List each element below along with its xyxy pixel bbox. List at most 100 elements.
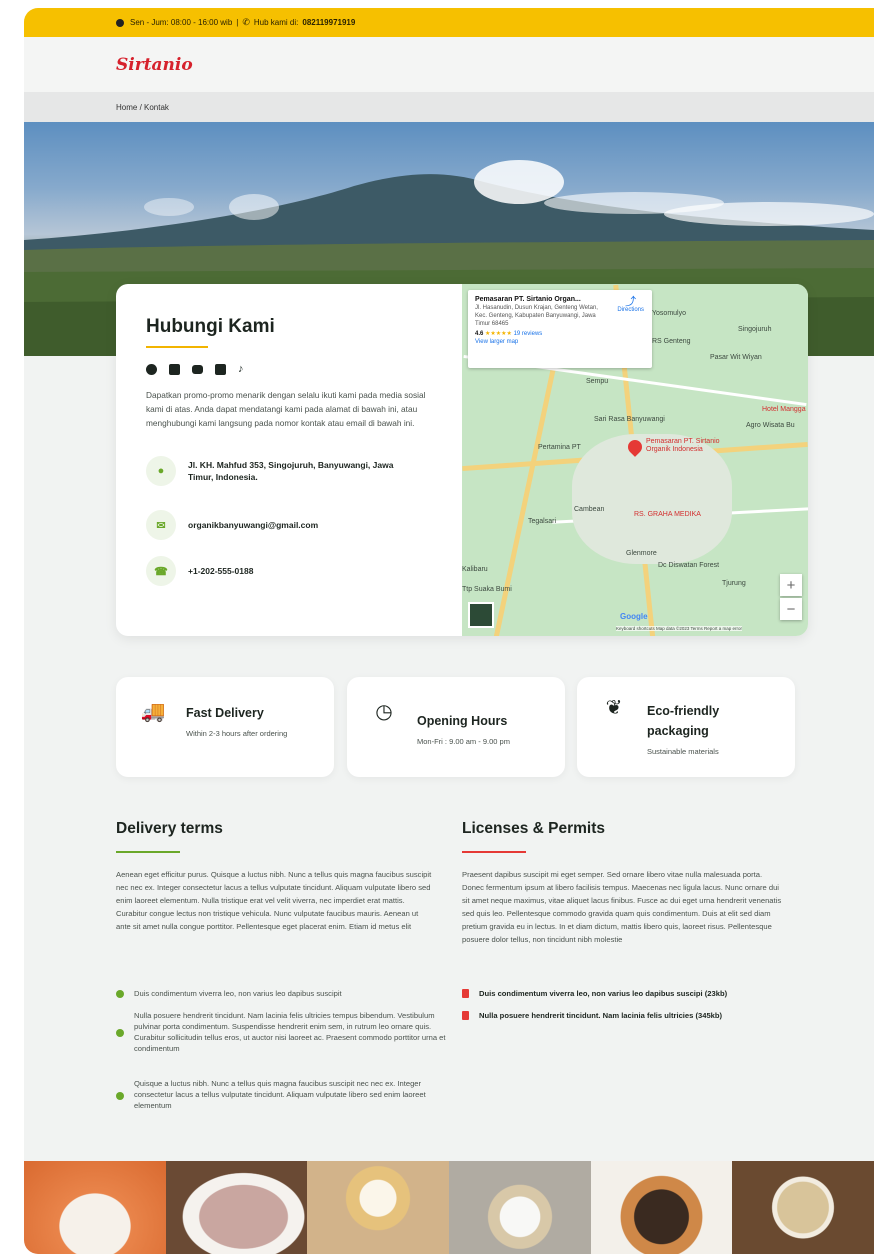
map-label: Sari Rasa Banyuwangi — [594, 416, 665, 423]
zoom-out-button[interactable]: − — [780, 598, 802, 620]
title-underline — [462, 851, 526, 853]
location-pin-icon: ● — [146, 456, 176, 486]
phone-link[interactable]: +1-202-555-0188 — [188, 565, 418, 577]
feature-text: Mon-Fri : 9.00 am - 9.00 pm — [417, 737, 510, 746]
email-link[interactable]: organikbanyuwangi@gmail.com — [188, 519, 418, 531]
tiktok-icon[interactable]: ♪ — [238, 364, 244, 375]
food-image-porridge — [24, 1161, 166, 1254]
site-header: Sirtanio — [24, 37, 874, 92]
file-download-link[interactable]: Duis condimentum viverra leo, non varius… — [462, 988, 792, 999]
list-item-text: Quisque a luctus nibh. Nunc a tellus qui… — [134, 1079, 426, 1110]
site-logo[interactable]: Sirtanio — [116, 55, 193, 75]
view-larger-map-link[interactable]: View larger map — [475, 339, 518, 345]
delivery-title: Delivery terms — [116, 820, 223, 837]
list-item-text: Nulla posuere hendrerit tincidunt. Nam l… — [134, 1011, 446, 1053]
directions-button[interactable]: ⤴ Directions — [617, 296, 644, 314]
food-image-strip — [24, 1161, 874, 1254]
youtube-icon[interactable] — [192, 365, 203, 374]
feature-title: Opening Hours — [417, 714, 508, 728]
feature-card-hours: ◷ Opening Hours Mon-Fri : 9.00 am - 9.00… — [347, 677, 565, 777]
phone-prefix: Hub kami di: — [253, 18, 299, 27]
breadcrumb-text[interactable]: Home / Kontak — [116, 103, 169, 112]
map-label: Ttp Suaka Bumi — [462, 586, 512, 593]
leaf-icon: ❦ — [605, 696, 623, 719]
headset-icon: ☎ — [146, 556, 176, 586]
delivery-paragraph: Aenean eget efficitur purus. Quisque a l… — [116, 870, 432, 931]
map-footer[interactable]: Keyboard shortcuts Map data ©2023 Terms … — [616, 626, 743, 631]
cloud — [474, 160, 564, 204]
linkedin-icon[interactable] — [215, 364, 226, 375]
satellite-toggle[interactable] — [468, 602, 494, 628]
top-info-bar: Sen - Jum: 08:00 - 16:00 wib | ✆ Hub kam… — [24, 8, 874, 37]
map-place-address: Jl. Hasanudin, Dusun Krajan, Genteng Wet… — [475, 305, 598, 327]
list-item-text: Duis condimentum viverra leo, non varius… — [134, 989, 342, 998]
food-image-grain — [732, 1161, 874, 1254]
facebook-icon[interactable] — [146, 364, 157, 375]
feature-title: Fast Delivery — [186, 706, 264, 720]
map-reviews-link[interactable]: 19 reviews — [514, 331, 543, 337]
feature-text: Sustainable materials — [647, 747, 719, 756]
map-label: RS Genteng — [652, 338, 691, 345]
opening-hours-text: Sen - Jum: 08:00 - 16:00 wib — [130, 18, 233, 27]
file-link-text[interactable]: Duis condimentum viverra leo, non varius… — [479, 988, 727, 999]
map-label: Hotel Mangga — [762, 406, 806, 413]
map-info-card: Pemasaran PT. Sirtanio Organ... Jl. Hasa… — [468, 290, 652, 368]
file-link-text[interactable]: Nulla posuere hendrerit tincidunt. Nam l… — [479, 1010, 722, 1021]
feature-card-eco: ❦ Eco-friendly packaging Sustainable mat… — [577, 677, 795, 777]
map-label: Sempu — [586, 378, 609, 385]
breadcrumb: Home / Kontak — [24, 92, 874, 122]
directions-label: Directions — [617, 307, 644, 313]
clock-icon — [116, 18, 124, 27]
map-label: Cambean — [574, 506, 605, 513]
licenses-title: Licenses & Permits — [462, 820, 606, 837]
food-image-bowl — [165, 1161, 308, 1254]
map-label: Pertamina PT — [538, 444, 581, 451]
check-icon — [116, 1091, 124, 1100]
list-item: Quisque a luctus nibh. Nunc a tellus qui… — [116, 1078, 446, 1111]
pdf-file-icon — [462, 989, 469, 998]
licenses-paragraph: Praesent dapibus suscipit mi eget semper… — [462, 870, 782, 944]
contact-card: Hubungi Kami ♪ Dapatkan promo-promo mena… — [116, 284, 808, 636]
cloud — [144, 198, 194, 216]
map-label: Kalibaru — [462, 566, 488, 573]
check-icon — [116, 990, 124, 998]
food-image-flour — [449, 1161, 591, 1254]
google-logo: Google — [620, 612, 648, 621]
title-underline — [116, 851, 180, 853]
directions-icon: ⤴ — [625, 296, 637, 308]
cloud — [664, 202, 874, 226]
list-item: Nulla posuere hendrerit tincidunt. Nam l… — [116, 1010, 446, 1054]
separator: | — [236, 18, 239, 27]
clock-icon: ◷ — [375, 700, 393, 723]
zoom-in-button[interactable]: + — [780, 574, 802, 596]
google-map[interactable]: Yosomulyo Singojuruh Sempu Sari Rasa Ban… — [462, 284, 808, 636]
food-image-ingredients — [307, 1161, 450, 1254]
phone-row: ☎ +1-202-555-0188 — [146, 556, 418, 586]
mail-icon: ✉ — [146, 510, 176, 540]
file-download-link[interactable]: Nulla posuere hendrerit tincidunt. Nam l… — [462, 1010, 792, 1021]
map-label: Pasar Wit Wiyan — [710, 354, 762, 361]
address-text: Jl. KH. Mahfud 353, Singojuruh, Banyuwan… — [188, 460, 394, 482]
map-stars: ★★★★★ — [485, 331, 512, 337]
page-frame: Sen - Jum: 08:00 - 16:00 wib | ✆ Hub kam… — [24, 8, 874, 1254]
map-label: Glenmore — [626, 550, 657, 557]
feature-text: Within 2-3 hours after ordering — [186, 729, 288, 738]
map-label: Tjurung — [722, 580, 746, 587]
list-item: Duis condimentum viverra leo, non varius… — [116, 988, 446, 999]
topbar-phone-link[interactable]: 082119971919 — [302, 18, 355, 27]
feature-card-delivery: 🚚 Fast Delivery Within 2-3 hours after o… — [116, 677, 334, 777]
map-road — [492, 366, 557, 636]
contact-description: Dapatkan promo-promo menarik dengan sela… — [146, 390, 426, 428]
map-label: Yosomulyo — [652, 310, 686, 317]
cloud — [229, 194, 279, 220]
social-links: ♪ — [146, 364, 244, 375]
marker-label: Pemasaran PT. Sirtanio Organik Indonesia — [646, 438, 720, 453]
contact-title: Hubungi Kami — [146, 316, 275, 337]
address-row: ● Jl. KH. Mahfud 353, Singojuruh, Banyuw… — [146, 456, 418, 486]
pdf-file-icon — [462, 1011, 469, 1020]
email-row: ✉ organikbanyuwangi@gmail.com — [146, 510, 418, 540]
feature-title: Eco-friendly packaging — [647, 704, 720, 738]
map-label: Agro Wisata Bu — [746, 422, 795, 429]
truck-icon: 🚚 — [140, 700, 166, 723]
twitter-icon[interactable] — [169, 364, 180, 375]
